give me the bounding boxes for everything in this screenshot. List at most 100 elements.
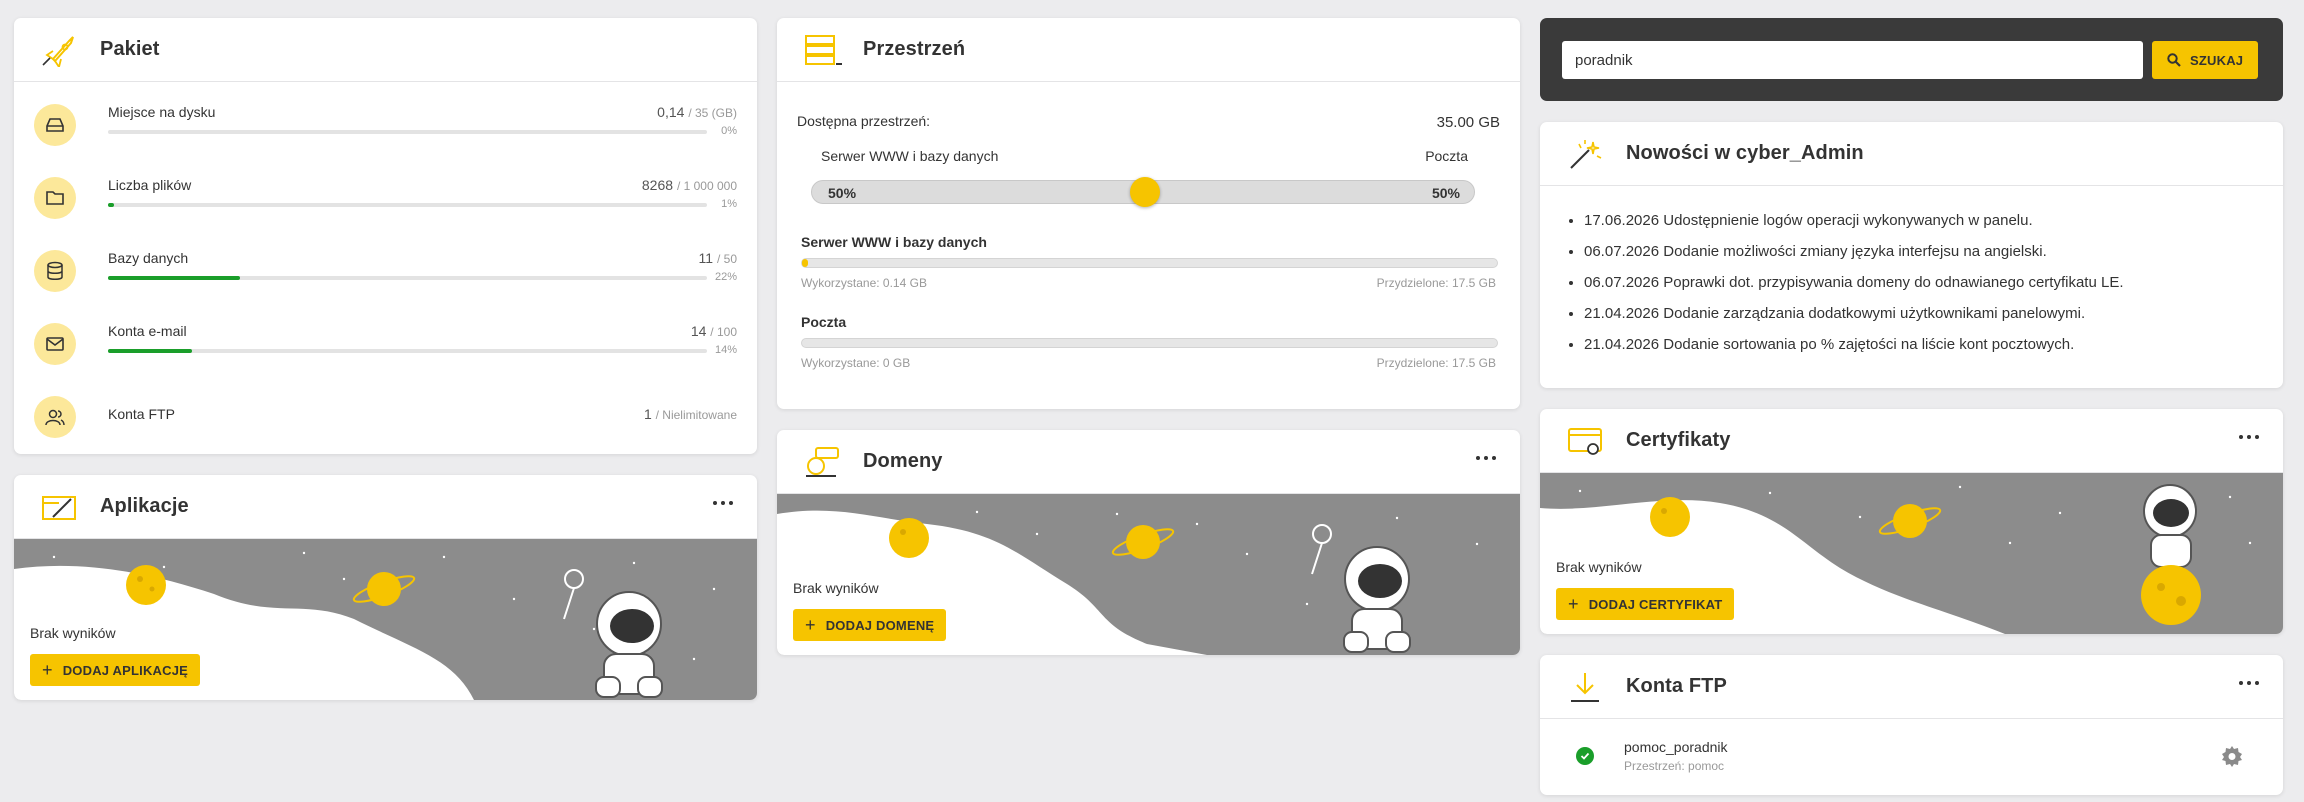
empty-state-text: Brak wyników [1556,559,1642,575]
check-circle-icon [1576,747,1594,765]
mail-allocated-text: Przydzielone: 17.5 GB [1376,356,1496,370]
more-options-icon[interactable] [2239,681,2259,685]
available-space-value: 35.00 GB [1436,114,1500,131]
przestrzen-card: Przestrzeń Dostępna przestrzeń: 35.00 GB… [777,18,1520,409]
pakiet-row-databases: Bazy danych 11 / 50 22% [34,244,737,304]
domeny-title: Domeny [863,450,943,472]
plus-icon: + [1568,594,1579,614]
space-split-slider[interactable]: 50% 50% [811,177,1475,207]
aplikacje-header: Aplikacje [14,475,757,539]
search-input[interactable] [1562,41,2143,79]
nowosci-card: Nowości w cyber_Admin 17.06.2026 Udostęp… [1540,122,2283,388]
row-value: 0,14 / 35 (GB) [657,104,737,120]
row-value: 14 / 100 [690,323,737,339]
search-panel: SZUKAJ [1540,18,2283,101]
www-usage-bar [801,258,1498,268]
www-usage-title: Serwer WWW i bazy danych [801,234,987,250]
rocket-icon [38,32,80,68]
mail-icon [34,323,76,365]
nowosci-header: Nowości w cyber_Admin [1540,122,2283,186]
ftp-account-name: pomoc_poradnik [1624,739,1728,755]
nowosci-title: Nowości w cyber_Admin [1626,142,1864,164]
mail-usage-bar [801,338,1498,348]
pakiet-title: Pakiet [100,38,160,60]
row-value: 1 / Nielimitowane [643,406,737,422]
przestrzen-title: Przestrzeń [863,38,966,60]
search-button[interactable]: SZUKAJ [2152,41,2259,79]
aplikacje-title: Aplikacje [100,495,189,517]
applications-icon [38,489,80,525]
przestrzen-header: Przestrzeń [777,18,1520,82]
mail-usage-title: Poczta [801,314,847,330]
row-label: Miejsce na dysku [108,104,216,120]
empty-state-text: Brak wyników [30,625,116,641]
pakiet-card: Pakiet Miejsce na dysku 0,14 / 35 (GB) 0… [14,18,757,454]
progress-bar [108,349,707,353]
plus-icon: + [42,660,53,680]
row-percent: 0% [721,125,737,137]
www-used-text: Wykorzystane: 0.14 GB [801,276,927,290]
pakiet-row-email: Konta e-mail 14 / 100 14% [34,317,737,377]
progress-bar [108,203,707,207]
certyfikaty-title: Certyfikaty [1626,429,1731,451]
ftp-account-row[interactable]: pomoc_poradnik Przestrzeń: pomoc [1540,719,2283,795]
row-value: 8268 / 1 000 000 [641,177,737,193]
news-item: 17.06.2026 Udostępnienie logów operacji … [1584,212,2264,229]
aplikacje-card: Aplikacje Brak wyników + DODAJ APLIKACJĘ [14,475,757,700]
mail-used-text: Wykorzystane: 0 GB [801,356,911,370]
slider-handle[interactable] [1130,177,1160,207]
split-right-percent: 50% [1431,185,1460,201]
progress-bar [108,130,707,134]
certyfikaty-header: Certyfikaty [1540,409,2283,473]
split-right-label: Poczta [1425,148,1468,164]
add-domain-button[interactable]: + DODAJ DOMENĘ [793,609,947,641]
pakiet-row-disk: Miejsce na dysku 0,14 / 35 (GB) 0% [34,98,737,158]
plus-icon: + [805,615,816,635]
split-left-percent: 50% [828,185,857,201]
row-label: Konta FTP [108,406,175,422]
row-label: Bazy danych [108,250,189,266]
pakiet-header: Pakiet [14,18,757,82]
add-certificate-button[interactable]: + DODAJ CERTYFIKAT [1556,588,1735,620]
row-label: Liczba plików [108,177,192,193]
news-item: 21.04.2026 Dodanie sortowania po % zajęt… [1584,336,2264,353]
row-percent: 22% [714,271,737,283]
domain-icon [801,444,843,480]
database-icon [34,250,76,292]
folder-icon [34,177,76,219]
pakiet-row-files: Liczba plików 8268 / 1 000 000 1% [34,171,737,231]
download-icon [1564,669,1606,705]
split-left-label: Serwer WWW i bazy danych [821,148,999,164]
server-icon [801,32,843,68]
news-item: 06.07.2026 Poprawki dot. przypisywania d… [1584,274,2264,291]
news-item: 21.04.2026 Dodanie zarządzania dodatkowy… [1584,305,2264,322]
ftp-header: Konta FTP [1540,655,2283,719]
empty-state-text: Brak wyników [793,580,879,596]
certificate-icon [1564,423,1606,459]
row-value: 11 / 50 [698,250,737,266]
pakiet-row-ftp: Konta FTP 1 / Nielimitowane [34,390,737,450]
row-label: Konta e-mail [108,323,187,339]
search-icon [2167,53,2181,67]
available-space-label: Dostępna przestrzeń: [797,113,931,129]
more-options-icon[interactable] [713,501,733,505]
row-percent: 1% [721,198,737,210]
ftp-account-space: Przestrzeń: pomoc [1624,759,1725,773]
news-list: 17.06.2026 Udostępnienie logów operacji … [1584,212,2264,367]
add-application-button[interactable]: + DODAJ APLIKACJĘ [30,654,201,686]
news-item: 06.07.2026 Dodanie możliwości zmiany jęz… [1584,243,2264,260]
domeny-header: Domeny [777,430,1520,494]
www-allocated-text: Przydzielone: 17.5 GB [1376,276,1496,290]
ftp-title: Konta FTP [1626,675,1727,697]
ftp-card: Konta FTP pomoc_poradnik Przestrzeń: pom… [1540,655,2283,795]
more-options-icon[interactable] [1476,456,1496,460]
more-options-icon[interactable] [2239,435,2259,439]
users-icon [34,396,76,438]
certyfikaty-card: Certyfikaty Brak wyników + DODAJ CERTYFIK… [1540,409,2283,634]
gear-icon[interactable] [2221,745,2243,772]
hard-drive-icon [34,104,76,146]
domeny-card: Domeny Brak wyników + DODAJ DOMENĘ [777,430,1520,655]
progress-bar [108,276,707,280]
row-percent: 14% [714,344,737,356]
magic-wand-icon [1564,136,1606,172]
